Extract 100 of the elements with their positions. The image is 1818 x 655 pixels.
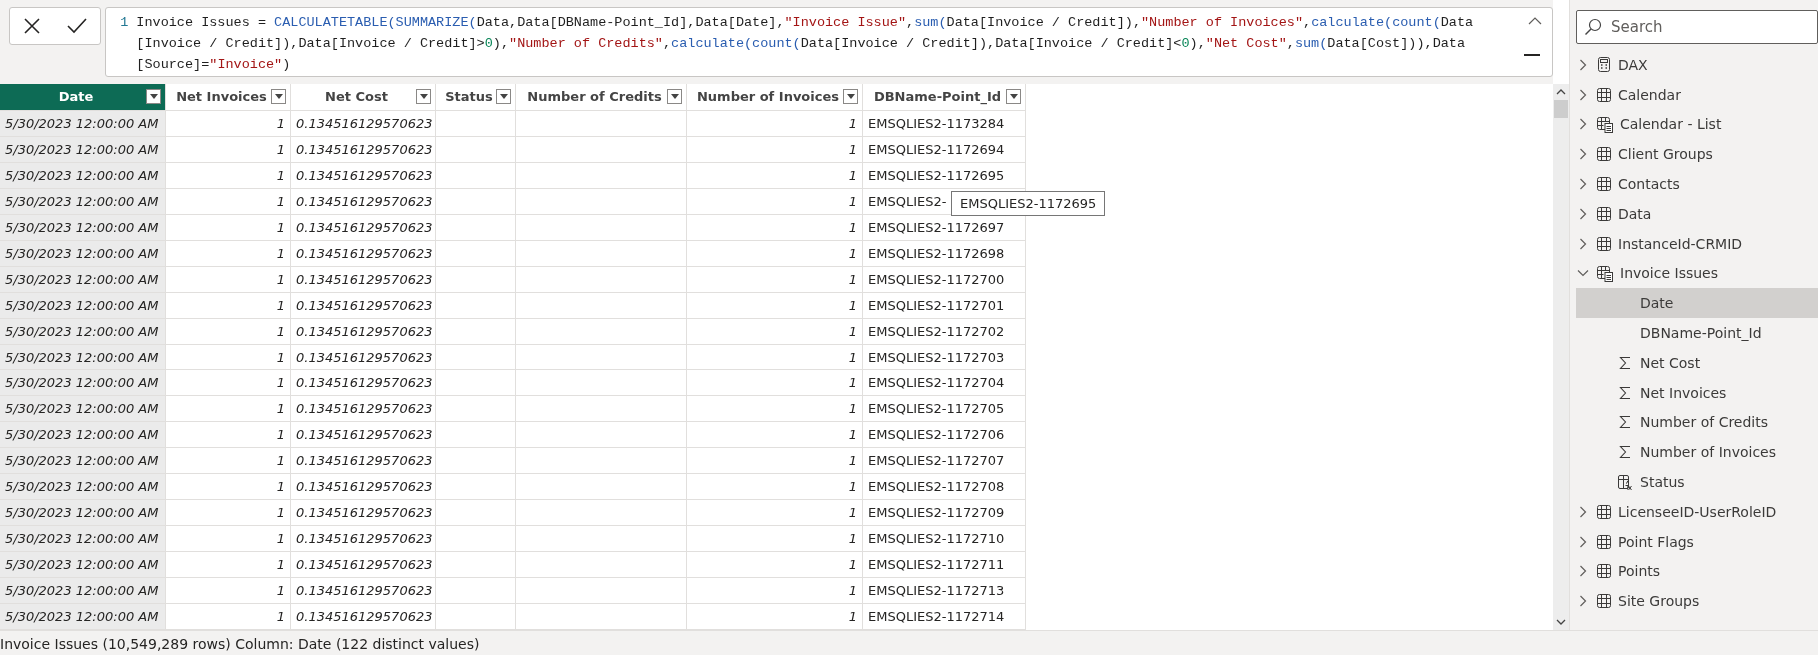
scroll-thumb[interactable] <box>1554 100 1568 118</box>
caret-down-icon <box>846 94 855 100</box>
table-name[interactable]: Site Groups <box>1618 593 1700 610</box>
calculated-table-icon <box>1596 116 1614 133</box>
column-header[interactable]: Number of Credits <box>516 84 687 111</box>
table-cell: 5/30/2023 12:00:00 AM <box>0 500 166 527</box>
formula-line: [Invoice / Credit]),Data[Invoice / Credit]>0),"Number of Credits",calculate(count(Data[Invoice / Credit]),Data[Invoice / Credit]<0),"Net Cost",sum(Data[Cost])),Data <box>136 35 1467 53</box>
field-item[interactable]: Net Cost <box>1576 347 1818 378</box>
scroll-down-icon[interactable] <box>1556 618 1566 626</box>
column-header[interactable]: DBName-Point_Id <box>863 84 1026 111</box>
filter-button[interactable] <box>496 89 511 105</box>
table-cell: 5/30/2023 12:00:00 AM <box>0 162 166 189</box>
caret-down-icon <box>274 94 283 100</box>
table-cell: 5/30/2023 12:00:00 AM <box>0 240 166 267</box>
column-header[interactable]: Number of Invoices <box>687 84 863 111</box>
table-name[interactable]: Point Flags <box>1618 533 1694 550</box>
table-cell: 1 <box>166 396 291 423</box>
filter-button[interactable] <box>416 89 431 105</box>
table-icon <box>1596 503 1612 520</box>
table-cell: EMSQLIES2-1172703 <box>863 344 1026 371</box>
table-name[interactable]: Calendar - List <box>1620 116 1722 133</box>
table-name[interactable]: LicenseeID-UserRoleID <box>1618 503 1777 520</box>
table-cell: 5/30/2023 12:00:00 AM <box>0 578 166 605</box>
chevron-right-icon[interactable] <box>1577 118 1589 131</box>
expand-dash-icon[interactable] <box>1524 54 1540 57</box>
chevron-right-icon[interactable] <box>1577 505 1589 518</box>
table-cell: 1 <box>166 578 291 605</box>
table-cell: 1 <box>687 240 863 267</box>
filter-button[interactable] <box>1006 89 1021 105</box>
table-cell: 0.134516129570623 <box>291 344 436 371</box>
table-cell: EMSQLIES2-1172709 <box>863 500 1026 527</box>
chevron-right-icon[interactable] <box>1577 237 1589 250</box>
field-item[interactable]: Net Invoices <box>1576 377 1818 408</box>
chevron-right-icon[interactable] <box>1577 207 1589 220</box>
table-name[interactable]: Points <box>1618 563 1661 580</box>
chevron-right-icon[interactable] <box>1577 148 1589 161</box>
table-cell: 1 <box>687 396 863 423</box>
table-icon <box>1596 235 1612 252</box>
chevron-right-icon[interactable] <box>1577 565 1589 578</box>
table-cell: 5/30/2023 12:00:00 AM <box>0 292 166 319</box>
column-header[interactable]: Status <box>436 84 516 111</box>
search-field[interactable]: Search <box>1576 10 1818 44</box>
table-name[interactable]: Calendar <box>1618 86 1681 103</box>
field-item[interactable]: Status <box>1576 467 1818 497</box>
column-header[interactable]: Net Invoices <box>166 84 291 111</box>
table-cell: 1 <box>687 526 863 553</box>
filter-button[interactable] <box>271 89 286 105</box>
table-cell: 1 <box>166 526 291 553</box>
sigma-icon <box>1619 415 1631 430</box>
field-item[interactable]: Date <box>1576 288 1818 319</box>
column-header[interactable]: Date <box>0 84 166 111</box>
calculated-column-icon <box>1617 473 1633 491</box>
table-name[interactable]: Data <box>1618 205 1652 222</box>
filter-button[interactable] <box>843 89 858 105</box>
column-header[interactable]: Net Cost <box>291 84 436 111</box>
table-cell: 1 <box>166 136 291 163</box>
scrollbar[interactable] <box>1553 84 1569 630</box>
table-cell: 1 <box>166 214 291 241</box>
field-item[interactable]: Number of Invoices <box>1576 437 1818 468</box>
scroll-up-icon[interactable] <box>1556 88 1566 96</box>
caret-down-icon <box>419 94 428 100</box>
line-number: 1 <box>120 15 129 30</box>
table-cell: 1 <box>166 370 291 397</box>
chevron-right-icon[interactable] <box>1577 58 1589 71</box>
filter-button[interactable] <box>146 89 161 105</box>
chevron-right-icon[interactable] <box>1577 535 1589 548</box>
table-name[interactable]: Invoice Issues <box>1620 265 1718 282</box>
table-cell: 0.134516129570623 <box>291 162 436 189</box>
formula-editor[interactable] <box>105 7 1553 77</box>
table-cell: 5/30/2023 12:00:00 AM <box>0 604 166 630</box>
chevron-right-icon[interactable] <box>1577 178 1589 191</box>
table-cell: 0.134516129570623 <box>291 266 436 293</box>
caret-down-icon <box>1009 94 1018 100</box>
table-cell: 0.134516129570623 <box>291 422 436 449</box>
table-cell: 0.134516129570623 <box>291 526 436 553</box>
table-name[interactable]: Contacts <box>1618 176 1680 193</box>
sigma-icon <box>1619 445 1631 460</box>
table-name[interactable]: DAX <box>1618 56 1648 73</box>
table-name[interactable]: InstanceId-CRMID <box>1618 235 1743 252</box>
filter-button[interactable] <box>667 89 682 105</box>
table-cell: 0.134516129570623 <box>291 500 436 527</box>
table-cell: 0.134516129570623 <box>291 474 436 501</box>
field-item[interactable]: DBName-Point_Id <box>1576 318 1818 348</box>
table-cell: 1 <box>687 266 863 293</box>
chevron-right-icon[interactable] <box>1577 88 1589 101</box>
field-item[interactable]: Number of Credits <box>1576 407 1818 438</box>
chevron-right-icon[interactable] <box>1577 595 1589 608</box>
table-cell: 0.134516129570623 <box>291 370 436 397</box>
table-cell: EMSQLIES2-1172706 <box>863 422 1026 449</box>
table-cell: 1 <box>687 578 863 605</box>
table-cell: 1 <box>687 162 863 189</box>
status-text: Invoice Issues (10,549,289 rows) Column: Date (122 distinct values) <box>0 635 480 652</box>
table-cell: EMSQLIES2-1172713 <box>863 578 1026 605</box>
table-cell: EMSQLIES2-1172710 <box>863 526 1026 553</box>
table-cell: EMSQLIES2-1172707 <box>863 448 1026 475</box>
table-cell: 0.134516129570623 <box>291 292 436 319</box>
table-name[interactable]: Client Groups <box>1618 146 1713 163</box>
table-cell: 0.134516129570623 <box>291 604 436 630</box>
table-cell: EMSQLIES2-1172708 <box>863 474 1026 501</box>
table-cell: 5/30/2023 12:00:00 AM <box>0 214 166 241</box>
